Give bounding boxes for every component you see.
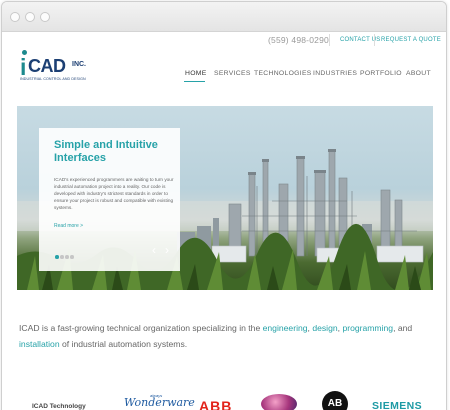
utility-divider	[329, 34, 330, 46]
intro-text: of industrial automation systems.	[59, 339, 188, 349]
slider-dot-2[interactable]	[60, 255, 64, 259]
icad-logo[interactable]: i CAD INC. INDUSTRIAL CONTROL AND DESIGN	[20, 50, 100, 84]
allen-bradley-logo[interactable]: AB	[322, 391, 348, 410]
nav-portfolio[interactable]: PORTFOLIO	[360, 70, 402, 77]
hero-caption-panel: Simple and Intuitive Interfaces ICAD's e…	[39, 128, 180, 271]
installation-link[interactable]: installation	[19, 339, 60, 349]
hero-title: Simple and Intuitive Interfaces	[54, 139, 158, 164]
engineering-link[interactable]: engineering	[263, 323, 308, 333]
request-quote-link[interactable]: REQUEST A QUOTE	[381, 37, 441, 43]
browser-title-bar	[2, 2, 446, 32]
partners-label: ICAD Technology	[32, 403, 86, 410]
nav-services[interactable]: SERVICES	[214, 70, 251, 77]
slider-next-icon[interactable]: ›	[165, 244, 169, 256]
wonderware-logo[interactable]: Wonderware	[124, 396, 195, 409]
intro-separator: , and	[393, 323, 413, 333]
read-more-link[interactable]: Read more >	[54, 223, 83, 229]
utility-divider	[374, 34, 375, 46]
slider-prev-icon[interactable]: ‹	[152, 244, 156, 256]
slider-dot-4[interactable]	[70, 255, 74, 259]
globe-partner-logo[interactable]	[261, 394, 297, 410]
intro-text: ICAD is a fast-growing technical organiz…	[19, 323, 263, 333]
nav-home[interactable]: HOME	[185, 70, 207, 77]
logo-tagline: INDUSTRIAL CONTROL AND DESIGN	[20, 77, 86, 81]
nav-technologies[interactable]: TECHNOLOGIES	[254, 70, 312, 77]
siemens-logo[interactable]: SIEMENS	[372, 400, 422, 410]
nav-about[interactable]: ABOUT	[406, 70, 431, 77]
nav-active-indicator	[184, 81, 205, 82]
intro-paragraph: ICAD is a fast-growing technical organiz…	[19, 320, 429, 352]
phone-number: (559) 498-0290	[268, 35, 329, 45]
hero-description: ICAD's experienced programmers are waiti…	[54, 177, 174, 210]
hero-slider: Simple and Intuitive Interfaces ICAD's e…	[17, 106, 433, 290]
abb-logo[interactable]: ABB	[199, 398, 232, 410]
logo-inc: INC.	[72, 61, 86, 68]
programming-link[interactable]: programming	[342, 323, 393, 333]
design-link[interactable]: design	[312, 323, 337, 333]
logo-wordmark: CAD	[28, 56, 66, 76]
window-maximize-button[interactable]	[40, 12, 50, 22]
slider-dot-3[interactable]	[65, 255, 69, 259]
window-close-button[interactable]	[10, 12, 20, 22]
window-minimize-button[interactable]	[25, 12, 35, 22]
nav-industries[interactable]: INDUSTRIES	[313, 70, 357, 77]
slider-dot-1[interactable]	[55, 255, 59, 259]
